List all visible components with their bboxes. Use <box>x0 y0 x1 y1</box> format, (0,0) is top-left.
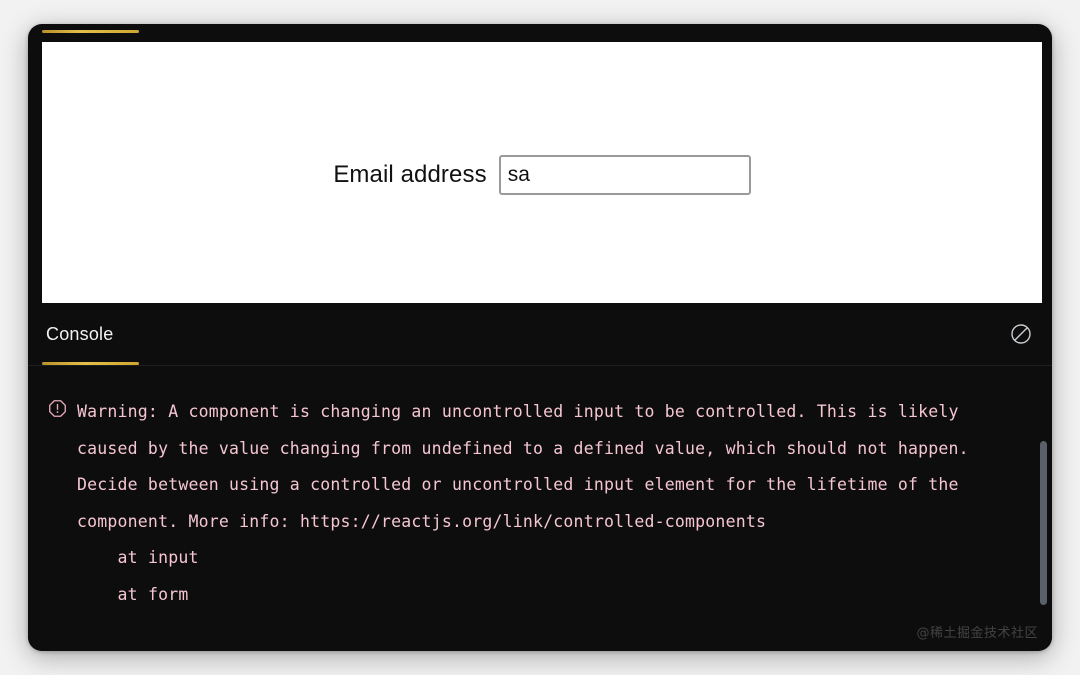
console-log-entry-warning: Warning: A component is changing an unco… <box>28 367 1052 613</box>
email-address-label: Email address <box>333 160 487 188</box>
tab-console-active-underline <box>42 362 139 365</box>
console-warning-message: Warning: A component is changing an unco… <box>77 402 969 604</box>
console-scrollbar[interactable] <box>1039 367 1047 651</box>
tab-console-label: Console <box>46 324 114 344</box>
app-preview-pane: Email address <box>42 42 1042 303</box>
email-form: Email address <box>42 42 1042 303</box>
console-scrollbar-thumb[interactable] <box>1040 441 1047 605</box>
devtools-window: Email address Console <box>28 24 1052 651</box>
devtools-toolbar: Console <box>28 303 1052 366</box>
console-output[interactable]: Warning: A component is changing an unco… <box>28 367 1052 651</box>
active-tab-accent-bar <box>42 30 139 33</box>
email-input[interactable] <box>498 154 751 195</box>
no-entry-icon <box>1009 322 1033 346</box>
warning-octagon-icon <box>48 399 67 418</box>
tab-console[interactable]: Console <box>42 303 117 366</box>
clear-console-button[interactable] <box>1008 321 1034 347</box>
